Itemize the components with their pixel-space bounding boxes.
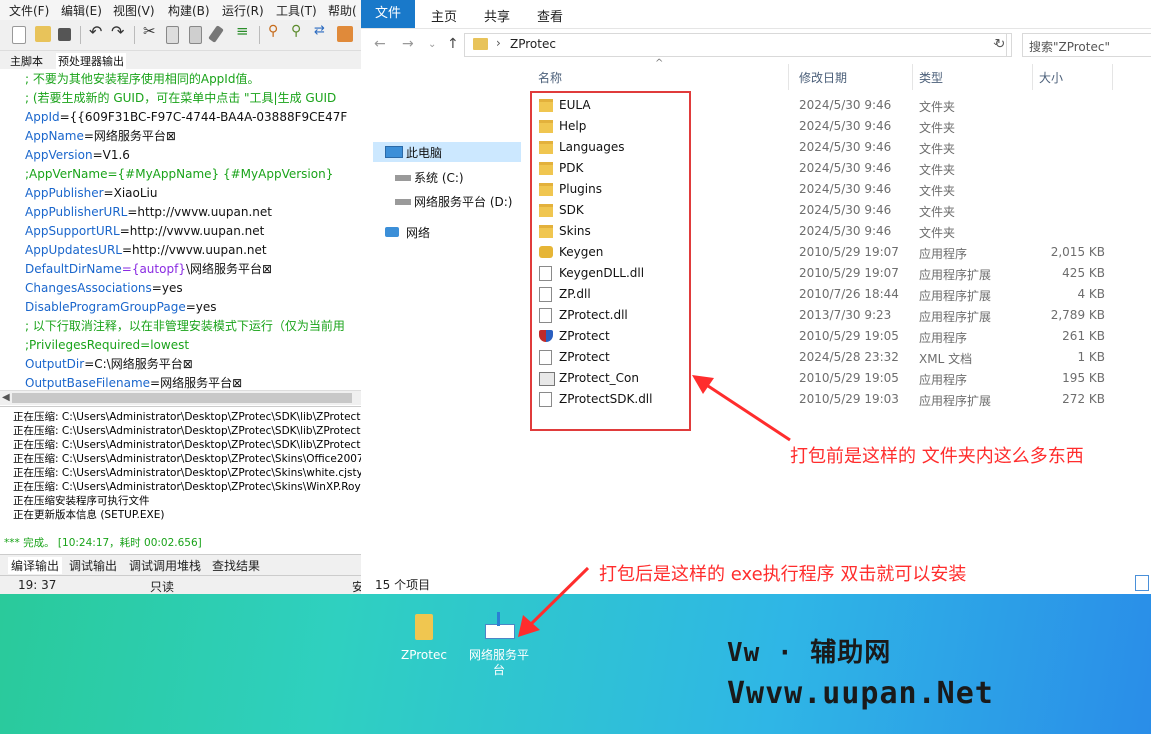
watermark-line-1: Vw · 辅助网 xyxy=(727,638,892,668)
annotation-arrows xyxy=(518,375,791,637)
arrow-to-exe xyxy=(525,566,590,630)
desktop-icon-zprotec[interactable]: ZProtec xyxy=(396,614,452,662)
arrow-to-file-list xyxy=(701,380,791,442)
arrow-head-file-list xyxy=(692,375,714,394)
annotation-after: 打包后是这样的 exe执行程序 双击就可以安装 xyxy=(599,564,967,585)
desktop-icon-label: 网络服务平台 xyxy=(468,648,529,677)
annotation-before: 打包前是这样的 文件夹内这么多东西 xyxy=(790,446,1084,467)
desktop-icon-installer[interactable]: 网络服务平台 xyxy=(466,612,532,678)
desktop-icon-label: ZProtec xyxy=(401,648,447,662)
installer-icon xyxy=(485,612,515,639)
folder-icon xyxy=(415,614,433,640)
watermark-line-2: Vwvw.uupan.Net xyxy=(727,676,994,711)
